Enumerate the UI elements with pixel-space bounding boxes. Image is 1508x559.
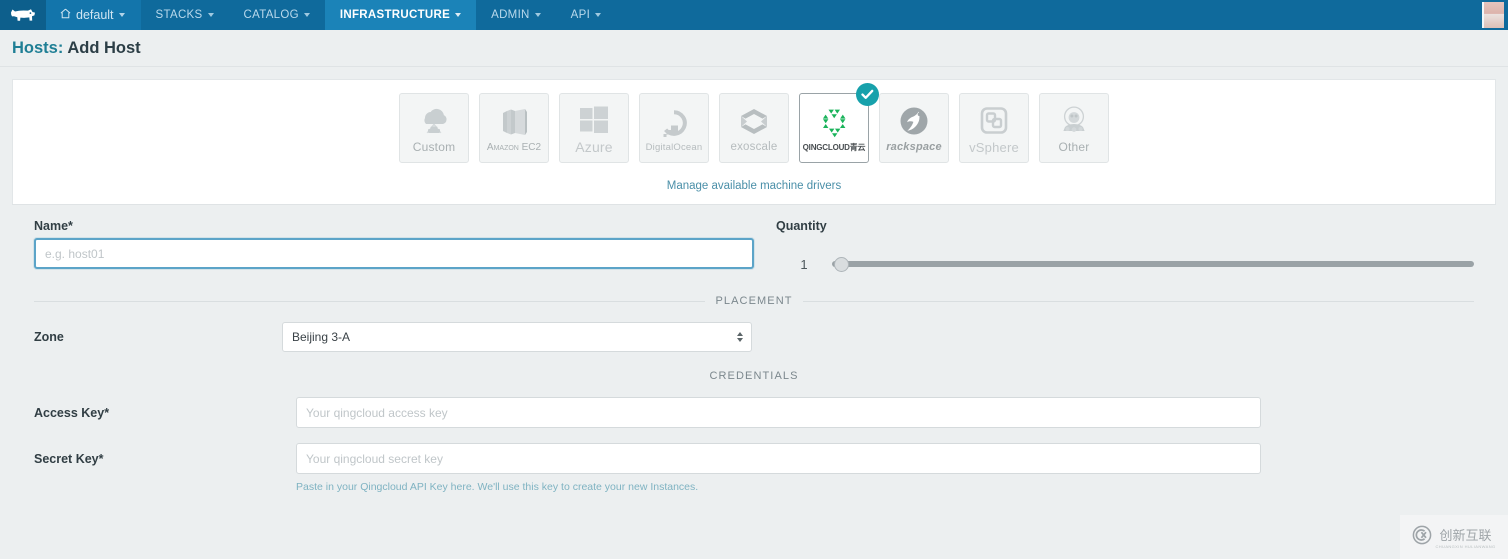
nav-item-stacks[interactable]: STACKS	[141, 0, 229, 30]
nav-label: STACKS	[155, 9, 203, 21]
driver-tile-rackspace[interactable]: rackspace	[879, 93, 949, 163]
credentials-help-text: Paste in your Qingcloud API Key here. We…	[296, 481, 699, 493]
access-key-input[interactable]	[296, 397, 1261, 428]
driver-label: Custom	[412, 140, 456, 154]
watermark-text: 创新互联	[1439, 528, 1492, 543]
quantity-value: 1	[800, 256, 808, 272]
page-title: Hosts: Add Host	[12, 39, 141, 58]
nav-item-catalog[interactable]: CATALOG	[229, 0, 325, 30]
driver-label: exoscale	[730, 141, 778, 153]
watermark-subtext: CHUANGXIN HULIANWANG	[1435, 544, 1496, 549]
quantity-label: Quantity	[776, 219, 827, 233]
digitalocean-icon	[659, 104, 689, 138]
rancher-cow-logo[interactable]	[0, 0, 46, 30]
placement-divider: PLACEMENT	[34, 295, 1475, 307]
custom-cloud-icon	[416, 102, 452, 136]
nav-label: API	[570, 9, 591, 21]
slider-thumb[interactable]	[834, 256, 849, 272]
nav-item-infrastructure[interactable]: INFRASTRUCTURE	[324, 0, 477, 30]
driver-tile-qingcloud[interactable]: QINGCLOUD青云	[799, 83, 879, 163]
navbar-right-area	[1450, 0, 1508, 30]
zone-row: Zone Beijing 3-A	[12, 322, 1496, 352]
driver-tile-custom[interactable]: Custom	[399, 93, 469, 163]
name-input[interactable]	[34, 238, 754, 269]
credentials-divider-label: CREDENTIALS	[709, 370, 799, 382]
divider-line-right	[802, 300, 1475, 302]
watermark: 创新互联 CHUANGXIN HULIANWANG	[1400, 515, 1508, 559]
top-navbar: default STACKS CATALOG INFRASTRUCTURE AD…	[0, 0, 1508, 30]
check-icon	[856, 83, 879, 106]
nav-item-admin[interactable]: ADMIN	[476, 0, 556, 30]
chevron-down-icon	[303, 13, 310, 17]
zone-selected-value: Beijing 3-A	[292, 330, 351, 344]
access-key-label: Access Key*	[34, 405, 110, 420]
nav-item-api[interactable]: API	[556, 0, 616, 30]
rackspace-icon	[898, 103, 930, 137]
driver-label: DigitalOcean	[645, 141, 703, 153]
quantity-slider[interactable]	[832, 255, 1474, 273]
page-header: Hosts: Add Host	[0, 30, 1508, 67]
name-quantity-row: Name* Quantity 1	[12, 219, 1496, 273]
home-icon	[60, 8, 71, 22]
name-label: Name*	[34, 219, 73, 233]
add-host-form: Name* Quantity 1 PLACEMENT Zone Beijing …	[12, 204, 1496, 493]
spinner-arrows-icon	[737, 332, 743, 342]
manage-machine-drivers-link[interactable]: Manage available machine drivers	[667, 180, 842, 192]
secret-key-label: Secret Key*	[34, 451, 104, 466]
machine-driver-panel: Custom Amazon EC2 Azure DigitalOcean exo…	[12, 79, 1496, 204]
other-globe-icon	[1058, 102, 1090, 136]
driver-tile-digitalocean[interactable]: DigitalOcean	[639, 93, 709, 163]
chevron-down-icon	[455, 13, 462, 17]
quantity-control: 1	[776, 255, 1496, 273]
divider-line-left	[34, 300, 706, 302]
vsphere-icon	[978, 102, 1010, 136]
chevron-down-icon	[118, 13, 125, 17]
slider-track	[832, 261, 1474, 267]
driver-label: QINGCLOUD青云	[802, 142, 866, 152]
chevron-down-icon	[534, 13, 541, 17]
cx-logo-icon	[1412, 525, 1432, 550]
page-title-text: Add Host	[67, 38, 141, 57]
environment-switcher[interactable]: default	[46, 0, 141, 30]
qingcloud-icon	[819, 104, 849, 138]
zone-label: Zone	[34, 330, 64, 344]
zone-select[interactable]: Beijing 3-A	[282, 322, 752, 352]
amazon-ec2-icon	[497, 104, 531, 138]
nav-label: ADMIN	[491, 9, 530, 21]
machine-driver-list: Custom Amazon EC2 Azure DigitalOcean exo…	[13, 83, 1495, 163]
breadcrumb[interactable]: Hosts:	[12, 39, 63, 57]
name-field-group: Name*	[12, 219, 764, 273]
driver-tile-amazon-ec2[interactable]: Amazon EC2	[479, 93, 549, 163]
exoscale-icon	[738, 103, 770, 137]
nav-label: CATALOG	[243, 9, 299, 21]
driver-label: Azure	[575, 139, 613, 155]
secret-key-input[interactable]	[296, 443, 1261, 474]
secret-key-row: Secret Key*	[12, 443, 1496, 474]
driver-tile-azure[interactable]: Azure	[559, 93, 629, 163]
driver-label: Other	[1058, 140, 1090, 154]
driver-label: Amazon EC2	[486, 141, 542, 153]
driver-label: vSphere	[969, 139, 1019, 155]
manage-drivers-row: Manage available machine drivers	[13, 176, 1495, 194]
quantity-field-group: Quantity 1	[764, 219, 1496, 273]
environment-name: default	[76, 8, 114, 22]
chevron-down-icon	[595, 13, 602, 17]
access-key-row: Access Key*	[12, 397, 1496, 428]
driver-tile-exoscale[interactable]: exoscale	[719, 93, 789, 163]
driver-label: rackspace	[886, 141, 942, 153]
main-menu: STACKS CATALOG INFRASTRUCTURE ADMIN API	[141, 0, 617, 30]
placement-divider-label: PLACEMENT	[715, 295, 793, 307]
user-menu-icon[interactable]	[1482, 2, 1504, 28]
chevron-down-icon	[207, 13, 214, 17]
azure-windows-icon	[578, 101, 610, 135]
nav-label: INFRASTRUCTURE	[339, 9, 451, 21]
driver-tile-vsphere[interactable]: vSphere	[959, 93, 1029, 163]
driver-tile-other[interactable]: Other	[1039, 93, 1109, 163]
